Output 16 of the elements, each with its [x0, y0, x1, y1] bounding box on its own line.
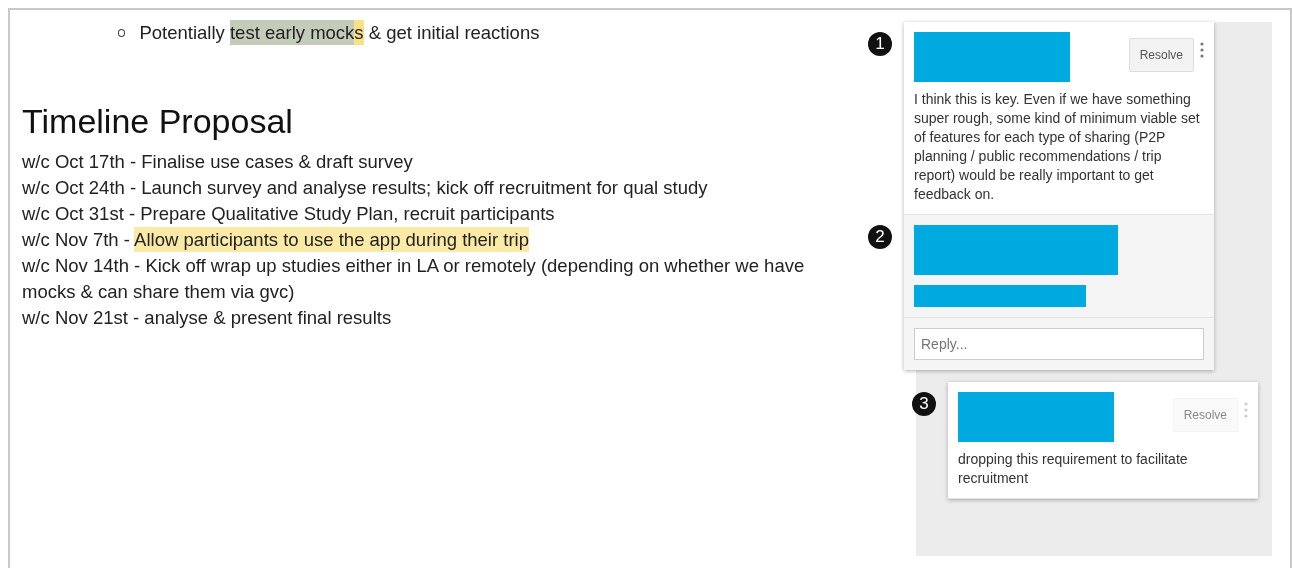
timeline-line: w/c Oct 24th - Launch survey and analyse results; kick off recruitment for qual study — [22, 176, 709, 200]
callout-number: 1 — [868, 32, 892, 56]
timeline-line: w/c Nov 7th - Allow participants to use the app during their trip — [22, 227, 530, 253]
reply-field[interactable]: Reply... — [914, 328, 1204, 360]
bullet-text: Potentially test early mocks & get initial reactions — [139, 20, 541, 46]
more-icon[interactable] — [1200, 42, 1204, 58]
timeline-line: w/c Oct 31st - Prepare Qualitative Study Plan, recruit participants — [22, 202, 556, 226]
callout-number: 2 — [868, 225, 892, 249]
resolve-button[interactable]: Resolve — [1128, 38, 1194, 72]
callout-number: 3 — [912, 392, 936, 416]
comment-text: I think this is key. Even if we have something super rough, some kind of minimum viable set of features for each type of sharing (P2P planning / public recommendations / trip report) would be really important to get feedback on. — [914, 90, 1201, 204]
timeline-line: w/c Nov 21st - analyse & present final results — [22, 306, 393, 330]
heading: Timeline Proposal — [22, 102, 294, 141]
comment-text: dropping this requirement to facilitate recruitment — [958, 450, 1189, 488]
timeline-line: w/c Oct 17th - Finalise use cases & draft survey — [22, 150, 414, 174]
timeline-line: w/c Nov 14th - Kick off wrap up studies either in LA or remotely (depending on whether we have mocks & can share them via gvc) — [22, 254, 806, 304]
